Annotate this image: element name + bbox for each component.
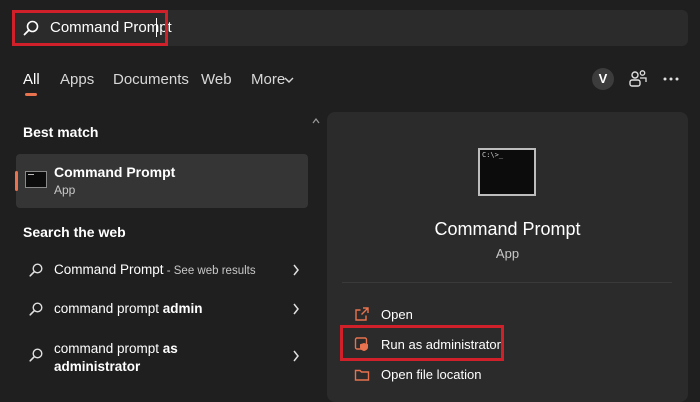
chevron-right-icon[interactable] (292, 350, 300, 362)
chevron-right-icon[interactable] (292, 303, 300, 315)
action-open-file-location[interactable]: Open file location (381, 367, 481, 382)
detail-type: App (495, 246, 520, 261)
search-icon (29, 302, 43, 316)
tab-documents[interactable]: Documents (113, 71, 189, 88)
chevron-down-icon[interactable] (284, 76, 294, 84)
search-the-web-heading: Search the web (23, 224, 126, 240)
selection-indicator (15, 171, 18, 191)
tab-web[interactable]: Web (201, 71, 232, 88)
avatar[interactable]: V (592, 68, 614, 90)
chevron-right-icon[interactable] (292, 264, 300, 276)
tab-apps[interactable]: Apps (60, 71, 94, 88)
folder-icon (354, 369, 370, 381)
more-options-icon[interactable] (662, 72, 680, 86)
scroll-up-arrow-icon[interactable] (312, 118, 320, 124)
tab-all[interactable]: All (23, 71, 40, 88)
divider (342, 282, 672, 283)
web-result-text-line2: administrator (54, 359, 141, 374)
search-icon (29, 263, 43, 277)
search-icon (29, 348, 43, 362)
command-prompt-icon-text: C:\>_ (482, 151, 504, 159)
best-match-heading: Best match (23, 124, 99, 140)
scrollbar[interactable] (309, 114, 321, 388)
tab-more[interactable]: More (251, 71, 285, 88)
web-result-hint: - See web results (163, 265, 256, 277)
web-result-text: Command Prompt - See web results (54, 262, 256, 277)
web-result-text: command prompt admin (54, 301, 203, 316)
best-match-name: Command Prompt (54, 164, 176, 180)
best-match-type: App (54, 183, 76, 197)
command-prompt-icon (25, 171, 47, 188)
best-match-item[interactable] (16, 154, 308, 208)
detail-title: Command Prompt (434, 219, 581, 239)
people-share-icon[interactable] (628, 69, 648, 89)
action-open[interactable]: Open (381, 307, 413, 322)
search-highlight-box (12, 10, 168, 46)
open-external-icon (355, 307, 369, 321)
web-result-text: command prompt as (54, 341, 178, 356)
active-tab-indicator (25, 93, 37, 96)
run-as-admin-highlight-box (340, 325, 504, 361)
